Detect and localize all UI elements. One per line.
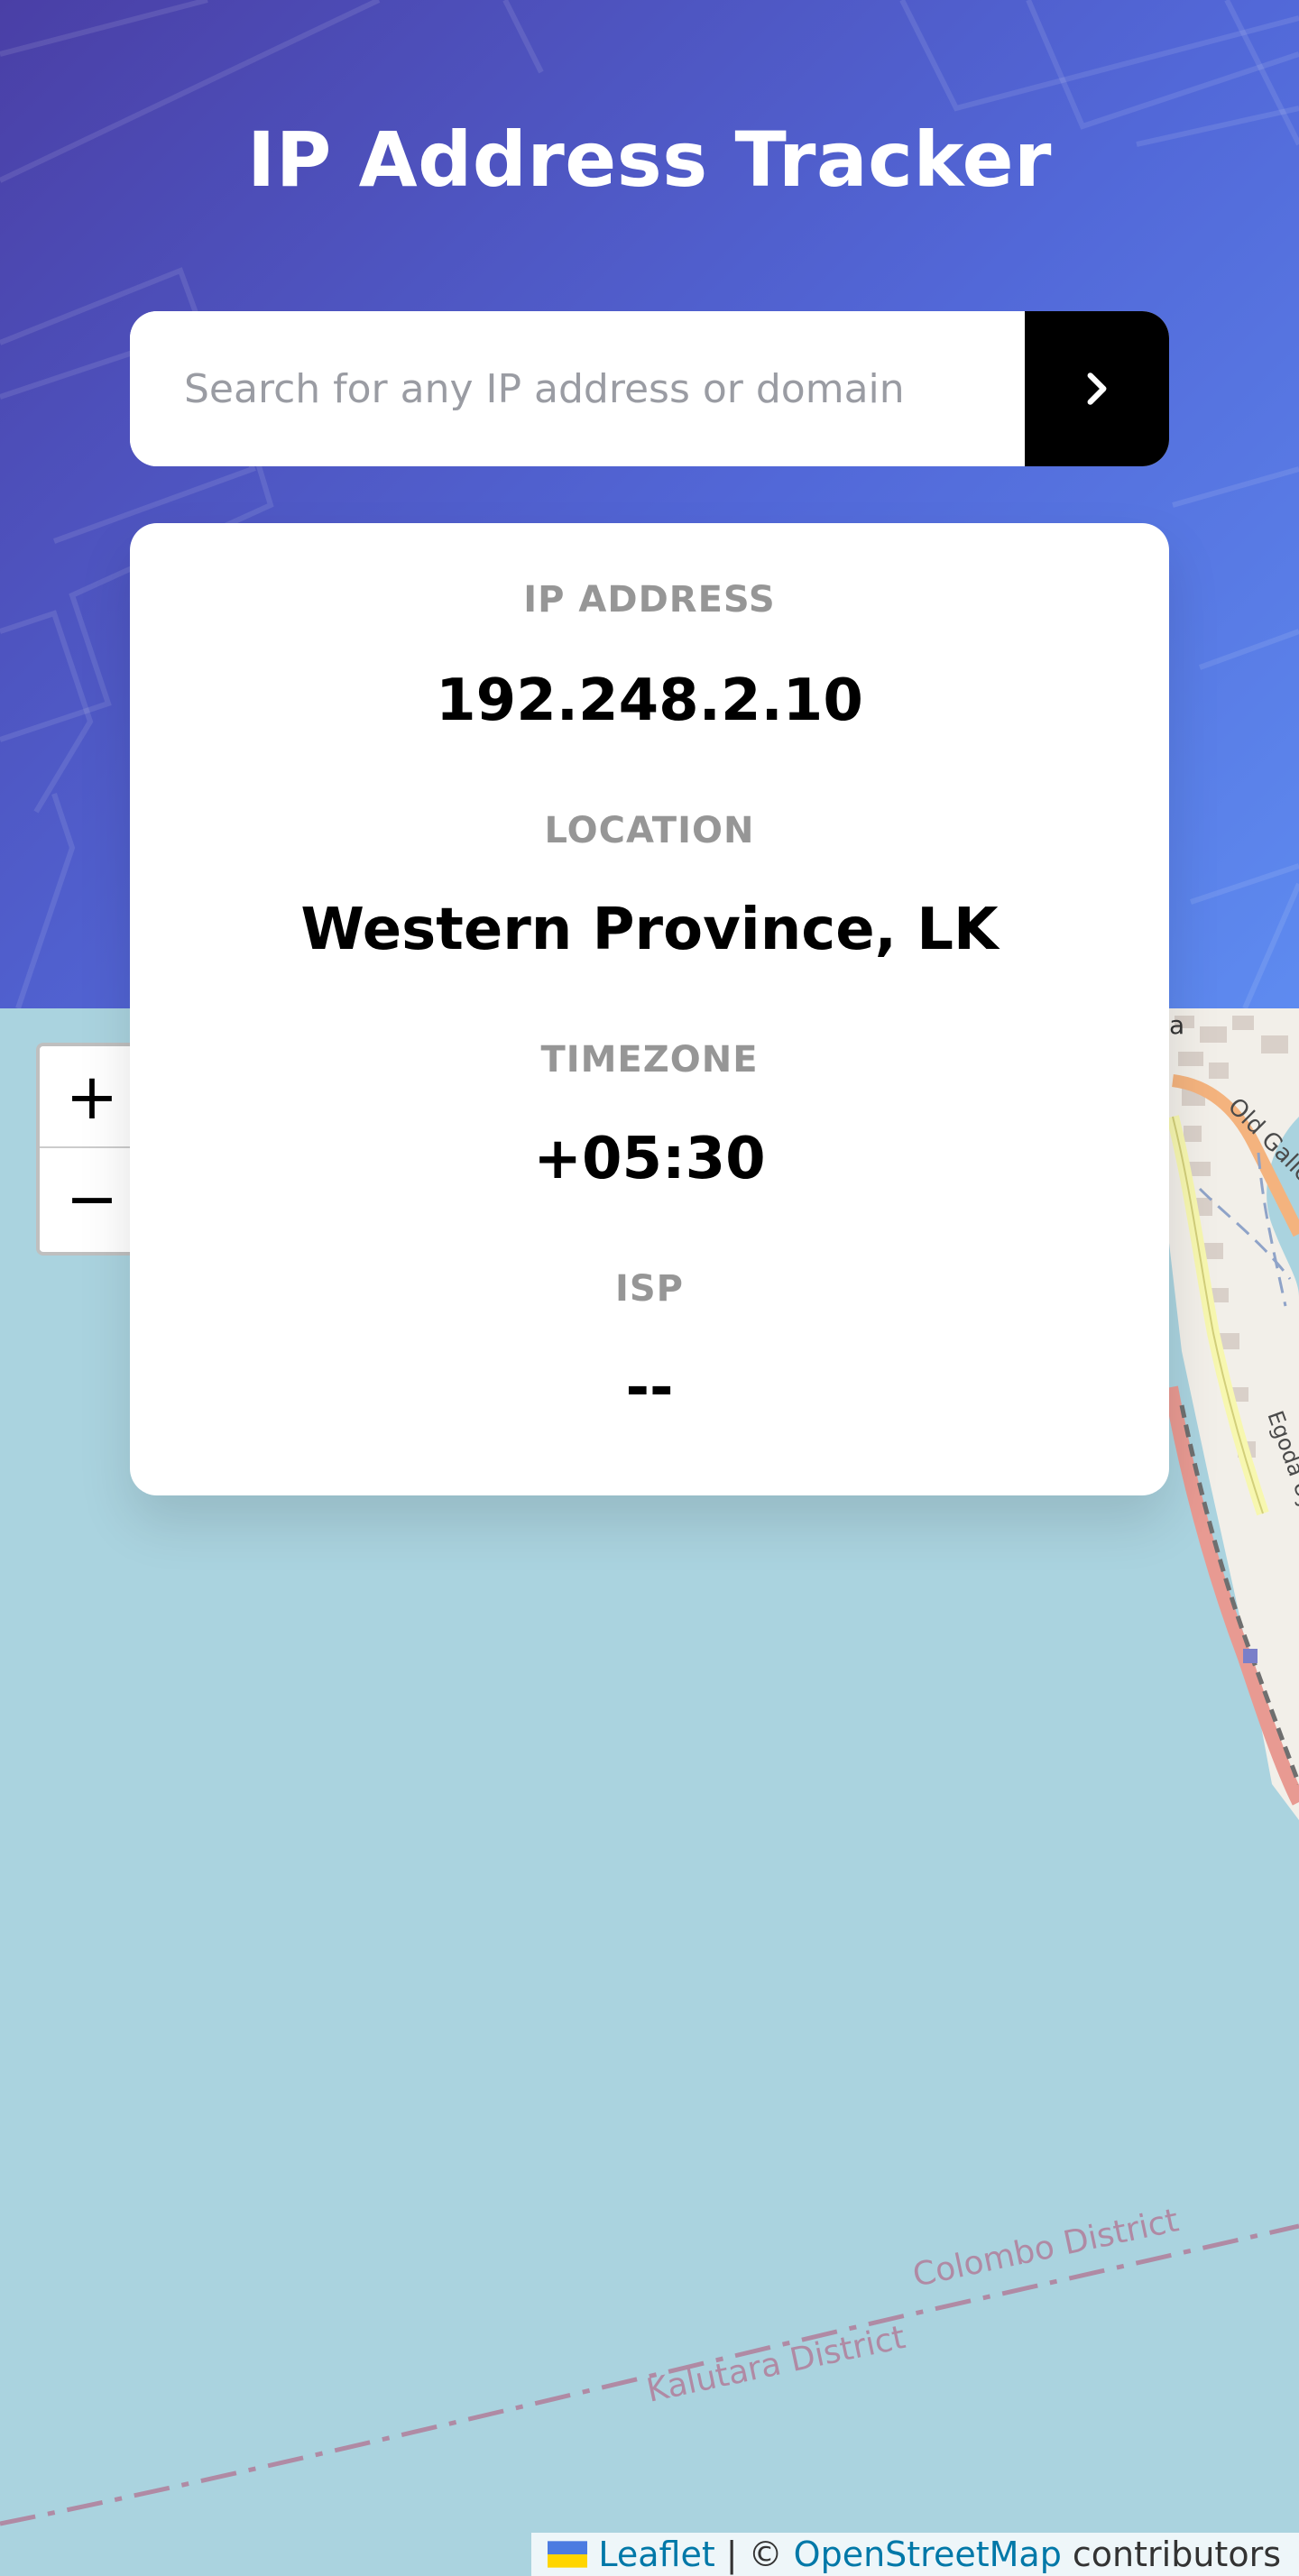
map-label-partial: a xyxy=(1169,1010,1184,1040)
search-input[interactable] xyxy=(130,311,1025,466)
app-root: Old Galle Egoda Uyana Road a Colombo Dis… xyxy=(0,0,1299,2576)
attribution-separator: | xyxy=(725,2535,738,2574)
location-value: Western Province, LK xyxy=(300,897,999,963)
ip-address-value: 192.248.2.10 xyxy=(436,667,863,734)
attribution-copyright: © xyxy=(748,2535,783,2574)
info-card: IP ADDRESS 192.248.2.10 LOCATION Western… xyxy=(130,523,1169,1495)
ip-address-label: IP ADDRESS xyxy=(523,579,776,621)
location-label: LOCATION xyxy=(544,810,755,851)
map-label-colombo: Colombo District xyxy=(909,2202,1182,2294)
timezone-label: TIMEZONE xyxy=(540,1039,759,1081)
leaflet-link[interactable]: Leaflet xyxy=(598,2531,714,2576)
search-submit-button[interactable] xyxy=(1025,311,1169,466)
map-attribution: Leaflet | © OpenStreetMap contributors xyxy=(531,2533,1299,2576)
chevron-right-icon xyxy=(1087,373,1107,405)
isp-label: ISP xyxy=(614,1268,684,1310)
timezone-value: +05:30 xyxy=(533,1126,766,1192)
attribution-contributors: contributors xyxy=(1072,2535,1281,2574)
ukraine-flag-icon xyxy=(548,2541,588,2568)
zoom-out-button[interactable]: − xyxy=(40,1148,144,1250)
map-label-kalutara: Kalutara District xyxy=(643,2319,908,2410)
zoom-in-button[interactable]: + xyxy=(40,1046,144,1148)
isp-value: -- xyxy=(625,1355,674,1421)
page-title: IP Address Tracker xyxy=(247,115,1052,204)
search-form xyxy=(130,311,1169,466)
osm-link[interactable]: OpenStreetMap xyxy=(794,2531,1062,2576)
